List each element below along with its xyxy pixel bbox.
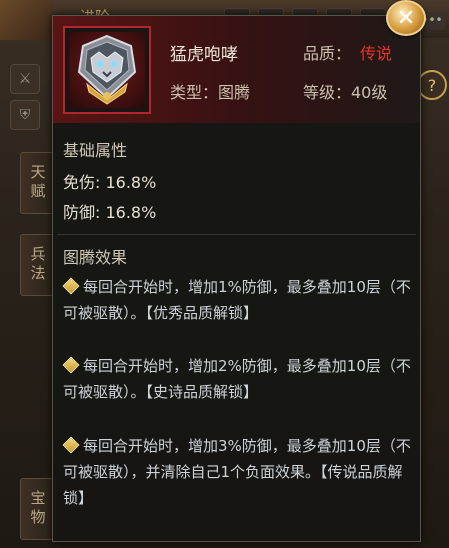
- diamond-bullet-icon: [62, 436, 80, 453]
- player-avatar[interactable]: [0, 0, 52, 40]
- help-icon[interactable]: ?: [417, 70, 447, 100]
- shield-icon[interactable]: ⛨: [10, 100, 40, 130]
- item-detail-popup: 猛虎咆哮 品质： 传说 类型：图腾 等级：40级 基础属性 免伤: 16.8% …: [52, 15, 421, 542]
- section-divider: [57, 234, 416, 235]
- close-button[interactable]: ✕: [386, 0, 426, 36]
- diamond-bullet-icon: [62, 277, 80, 294]
- side-tab-talent[interactable]: 天赋: [20, 152, 56, 214]
- attribute-damage-reduction: 免伤: 16.8%: [63, 173, 157, 192]
- totem-effects-title: 图腾效果: [63, 248, 128, 267]
- item-level: 等级：40级: [303, 83, 388, 102]
- totem-effect-1: 每回合开始时，增加1%防御，最多叠加10层（不可被驱散）。【优秀品质解锁】: [62, 274, 413, 326]
- effect-text: 每回合开始时，增加1%防御，最多叠加10层（不可被驱散）。【优秀品质解锁】: [63, 278, 411, 322]
- base-attributes-title: 基础属性: [63, 141, 128, 160]
- quality-label: 品质：: [303, 44, 352, 63]
- sword-icon[interactable]: ⚔: [10, 64, 40, 94]
- item-name: 猛虎咆哮: [170, 45, 238, 65]
- effect-text: 每回合开始时，增加2%防御，最多叠加10层（不可被驱散）。【史诗品质解锁】: [63, 357, 411, 401]
- tiger-totem-medal-icon: [69, 32, 145, 108]
- attribute-defense: 防御: 16.8%: [63, 203, 157, 222]
- effect-text: 每回合开始时，增加3%防御，最多叠加10层（不可被驱散），并清除自己1个负面效果…: [63, 437, 411, 507]
- totem-effect-2: 每回合开始时，增加2%防御，最多叠加10层（不可被驱散）。【史诗品质解锁】: [62, 353, 413, 405]
- side-tab-tactics[interactable]: 兵法: [20, 234, 56, 296]
- quality-value: 传说: [360, 44, 393, 63]
- side-tab-treasure[interactable]: 宝物: [20, 478, 56, 540]
- item-icon-frame: [63, 26, 151, 114]
- totem-effect-3: 每回合开始时，增加3%防御，最多叠加10层（不可被驱散），并清除自己1个负面效果…: [62, 433, 413, 511]
- item-header: 猛虎咆哮 品质： 传说 类型：图腾 等级：40级: [53, 16, 420, 123]
- diamond-bullet-icon: [62, 356, 80, 373]
- item-type: 类型：图腾: [170, 83, 251, 102]
